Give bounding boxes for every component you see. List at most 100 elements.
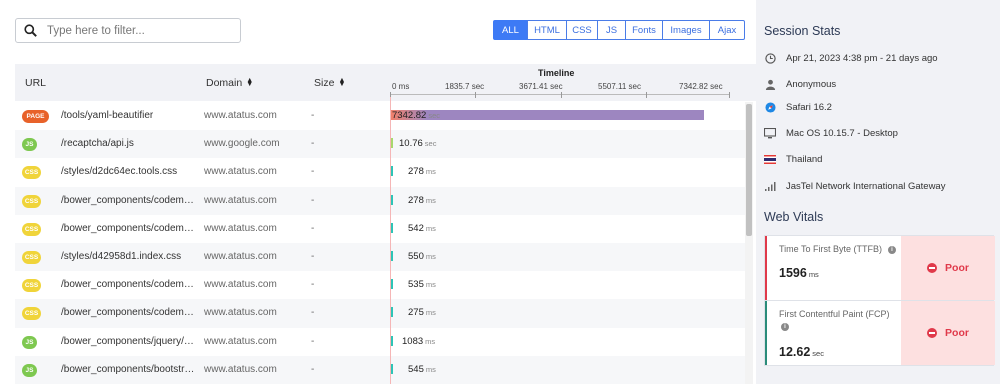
user-icon [764,78,776,90]
table-row[interactable]: PAGE /tools/yaml-beautifier www.atatus.c… [15,102,745,130]
vital-value-unit: sec [812,349,824,358]
desktop-icon [764,127,776,139]
duration-value: 1083 [402,335,424,347]
duration-unit: ms [425,280,436,290]
info-icon[interactable]: i [781,323,789,331]
type-badge: CSS [22,307,41,321]
filter-all[interactable]: ALL [493,20,528,40]
timing-bar [391,222,393,233]
resource-size: - [311,110,315,121]
column-domain[interactable]: Domain ▲ ▼ [206,77,253,89]
filter-css[interactable]: CSS [566,20,598,40]
vital-card-fcp[interactable]: First Contentful Paint (FCP) i 12.62 sec P… [764,300,995,366]
resource-duration: 550 ms [408,251,436,262]
session-browser-text: Safari 16.2 [786,101,832,113]
resource-url: /styles/d2dc64ec.tools.css [61,166,178,178]
duration-value: 7342.82 [392,110,427,121]
search-icon [24,24,37,37]
duration-value: 10.76 [399,138,423,150]
vital-status-badge: Poor [901,301,995,365]
duration-unit: ms [425,364,436,374]
duration-value: 545 [408,363,424,375]
filter-input[interactable] [47,24,227,37]
table-row[interactable]: CSS /styles/d2dc64ec.tools.css www.atatu… [15,158,745,186]
duration-unit: ms [425,336,436,346]
resource-list: PAGE /tools/yaml-beautifier www.atatus.c… [15,102,745,384]
resource-domain: www.atatus.com [204,335,277,347]
resource-duration: 1083 ms [402,336,435,347]
timeline-tick: 5507.11 sec [598,82,641,91]
resource-size: - [311,363,315,375]
resource-url: /tools/yaml-beautifier [61,110,154,121]
resource-duration: 7342.82 sec [392,110,440,121]
sort-icon: ▲ ▼ [246,77,254,89]
resource-domain: www.atatus.com [204,166,277,178]
resource-domain: www.atatus.com [204,110,277,121]
timing-bar [391,166,393,177]
resource-size: - [311,138,315,150]
vital-value: 1596 ms [779,266,819,280]
type-badge: CSS [22,222,41,236]
table-row[interactable]: CSS /bower_components/codemirror/theme/m… [15,215,745,243]
resource-domain: www.atatus.com [204,363,277,375]
resource-size: - [311,279,315,291]
info-icon[interactable]: i [888,245,897,254]
duration-value: 535 [408,279,424,291]
column-size[interactable]: Size ▲ ▼ [314,77,345,89]
filter-html[interactable]: HTML [527,20,567,40]
timeline-title: Timeline [538,68,575,78]
duration-value: 550 [408,250,424,262]
duration-unit: sec [428,111,441,120]
table-row[interactable]: CSS /styles/d42958d1.index.css www.atatu… [15,242,745,272]
filter-search-box[interactable] [15,18,241,43]
session-user: Anonymous [764,78,836,90]
session-os: Mac OS 10.15.7 - Desktop [764,127,898,139]
resource-size: - [311,250,315,262]
resource-url: /styles/d42958d1.index.css [61,250,182,262]
session-sidebar: Session Stats Apr 21, 2023 4:38 pm - 21 … [756,0,1000,384]
resource-domain: www.atatus.com [204,307,277,319]
duration-unit: ms [425,223,436,233]
timeline-tick: 1835.7 sec [445,82,485,91]
resource-type-filters: ALL HTML CSS JS Fonts Images Ajax [493,20,745,40]
web-vitals-title: Web Vitals [764,210,824,224]
session-stats-title: Session Stats [764,24,841,38]
timing-bar [391,250,393,261]
type-badge: CSS [22,279,41,293]
table-row[interactable]: JS /bower_components/jquery/dist/jquery.… [15,328,745,356]
table-row[interactable]: CSS /bower_components/codemirror/lib/cod… [15,186,745,215]
duration-value: 278 [408,166,424,178]
table-header [15,64,756,101]
table-row[interactable]: JS /bower_components/bootstrap/dist/js/b… [15,355,745,384]
duration-unit: ms [425,251,436,261]
duration-unit: ms [425,308,436,318]
tick-mark [646,92,647,98]
vital-value-number: 1596 [779,266,807,280]
filter-images[interactable]: Images [662,20,710,40]
table-row[interactable]: JS /recaptcha/api.js www.google.com - 10… [15,130,745,159]
vital-label: First Contentful Paint (FCP) i [779,309,890,331]
type-badge: JS [22,138,37,152]
timeline-tick: 0 ms [392,82,410,91]
resource-duration: 542 ms [408,223,436,234]
vital-label-text: Time To First Byte (TTFB) [779,244,883,254]
type-badge: CSS [22,194,41,208]
filter-fonts[interactable]: Fonts [625,20,663,40]
safari-icon [764,101,776,113]
scrollbar-thumb[interactable] [746,104,752,236]
clock-icon [764,52,776,64]
vital-card-ttfb[interactable]: Time To First Byte (TTFB) i 1596 ms Poor [764,235,995,301]
duration-unit: ms [425,167,436,177]
resource-url: /bower_components/codemirror/theme/monok… [61,222,195,234]
resource-url: /bower_components/codemirror/addon/fold/… [61,279,195,291]
resource-duration: 535 ms [408,279,436,290]
vital-label: Time To First Byte (TTFB) i [779,244,897,254]
filter-ajax[interactable]: Ajax [709,20,745,40]
table-row[interactable]: CSS /bower_components/codemirror/addon/f… [15,271,745,299]
filter-js[interactable]: JS [597,20,626,40]
minus-circle-icon [927,328,938,338]
vital-value: 12.62 sec [779,345,824,359]
table-row[interactable]: CSS /bower_components/codemirror/addon/l… [15,299,745,328]
vital-status-badge: Poor [901,236,995,300]
session-date: Apr 21, 2023 4:38 pm - 21 days ago [764,52,938,64]
